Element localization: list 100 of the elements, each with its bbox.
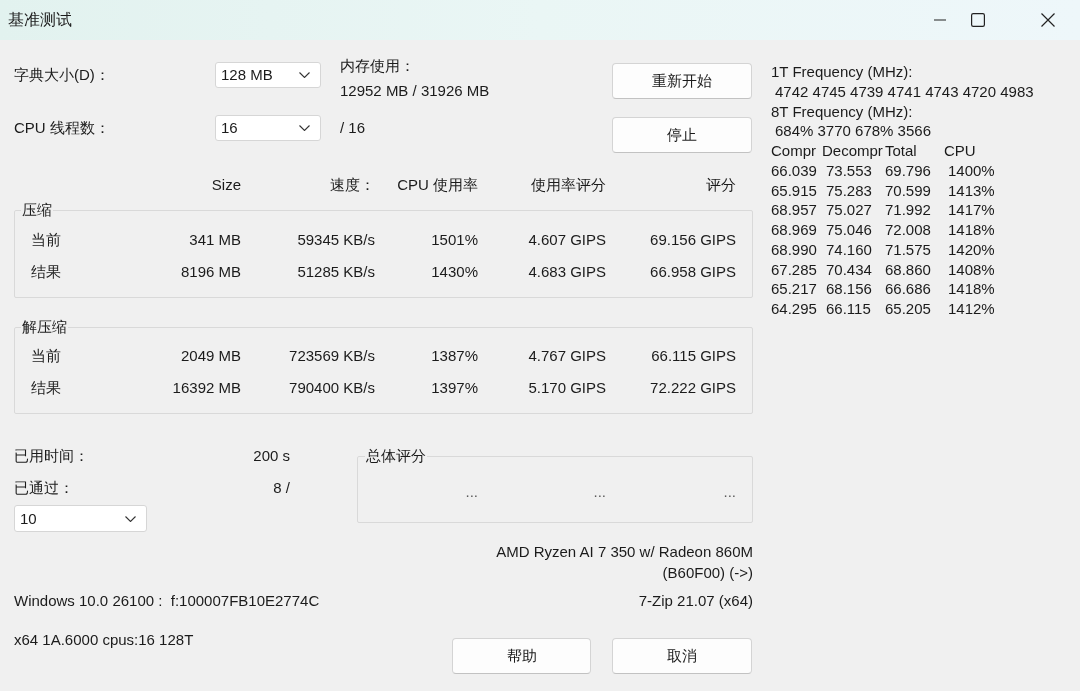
dictionary-size-dropdown[interactable]: 128 MB [215, 62, 321, 88]
table-cell-text: 66.686 [885, 279, 932, 299]
chevron-down-icon [299, 72, 310, 78]
window-title: 基准测试 [7, 9, 73, 30]
log-line: 4742 4745 4739 4741 4743 4720 4983 [774, 81, 1034, 102]
table-cell-text: 8196 MB [179, 262, 241, 282]
arch-info: x64 1A.6000 cpus:16 128T [14, 630, 195, 650]
table-cell-text: 68.969 [771, 220, 818, 240]
table-cell-text: 65.217 [771, 279, 818, 299]
chevron-down-icon [299, 125, 310, 131]
table-cell-text: 59345 KB/s [296, 230, 375, 250]
table-cell-text: 71.575 [885, 239, 932, 260]
group-title: 总体评分 [365, 446, 427, 466]
table-cell-text: 51285 KB/s [296, 262, 375, 282]
cpu-name: AMD Ryzen AI 7 350 w/ Radeon 860M [495, 542, 753, 562]
table-cell-text: 75.283 [825, 180, 873, 201]
column-header: Total [885, 141, 918, 161]
table-cell-text: 75.027 [825, 200, 873, 220]
table-cell-text: 1430% [430, 262, 478, 282]
table-cell-text: 790400 KB/s [288, 378, 375, 398]
table-cell-text: 65.915 [771, 180, 818, 201]
thread-count-dropdown[interactable]: 16 [215, 115, 321, 141]
column-header: 使用率评分 [530, 175, 606, 195]
table-cell-text: 1387% [430, 346, 478, 366]
table-cell-text: 2049 MB [179, 346, 241, 366]
table-cell-text: 75.046 [825, 220, 873, 240]
field-label: 字典大小(D)： [14, 65, 111, 85]
table-cell-text: 1420% [947, 239, 996, 260]
table-cell-text: 68.156 [825, 279, 873, 299]
log-line: 684% 3770 678% 3566 [774, 121, 932, 141]
table-cell-text: 72.222 GIPS [649, 378, 736, 398]
table-cell-text: 1400% [947, 160, 996, 181]
minimize-icon [934, 19, 946, 21]
stop-button[interactable]: 停止 [612, 117, 752, 153]
column-header: Decompr [822, 141, 884, 161]
table-cell-text: 1417% [947, 200, 996, 220]
table-cell-text: 16392 MB [171, 378, 241, 398]
table-cell-text: 4.607 GIPS [527, 230, 606, 250]
group-title: 压缩 [21, 200, 53, 220]
table-cell-text: 66.039 [771, 160, 818, 181]
column-header: Compr [771, 141, 817, 161]
field-label: CPU 线程数： [14, 118, 111, 138]
cpu-id: (B60F00) (->) [661, 563, 753, 583]
table-cell-text: 5.170 GIPS [527, 378, 606, 398]
table-cell-text: 1501% [430, 230, 478, 250]
row-label: 当前 [30, 230, 62, 250]
column-header: Size [210, 175, 241, 195]
table-cell-text: 70.434 [825, 259, 873, 280]
memory-value: 12952 MB / 31926 MB [340, 81, 491, 101]
table-cell-text: 65.205 [885, 299, 932, 319]
score-value: ... [464, 482, 478, 502]
table-cell-text: 74.160 [825, 239, 873, 260]
restart-button[interactable]: 重新开始 [612, 63, 752, 99]
table-cell-text: 69.156 GIPS [649, 230, 736, 250]
table-cell-text: 68.990 [771, 239, 818, 260]
table-cell-text: 72.008 [885, 220, 932, 240]
group-title: 解压缩 [21, 317, 68, 337]
table-cell-text: 68.957 [771, 200, 818, 220]
column-header: 评分 [705, 175, 736, 195]
table-cell-text: 67.285 [771, 259, 818, 280]
thread-total: / 16 [339, 118, 367, 138]
column-header: CPU 使用率 [396, 175, 478, 195]
log-line: 1T Frequency (MHz): [771, 62, 914, 82]
elapsed-label: 已用时间： [14, 446, 89, 466]
passes-dropdown[interactable]: 10 [14, 505, 147, 532]
table-cell-text: 1397% [430, 378, 478, 398]
help-button[interactable]: 帮助 [452, 638, 591, 674]
table-cell-text: 4.767 GIPS [527, 346, 606, 366]
close-icon [1041, 13, 1055, 27]
table-cell-text: 1408% [947, 259, 996, 280]
table-cell-text: 341 MB [188, 230, 241, 250]
table-cell-text: 70.599 [885, 180, 932, 201]
table-cell-text: 71.992 [885, 200, 932, 220]
maximize-icon [971, 13, 985, 27]
table-cell-text: 4.683 GIPS [527, 262, 606, 282]
os-info: Windows 10.0 26100 : f:100007FB10E2774C [14, 591, 320, 611]
table-cell-text: 68.860 [885, 259, 932, 280]
table-cell-text: 1412% [947, 299, 996, 319]
log-line: 8T Frequency (MHz): [771, 101, 914, 122]
memory-label: 内存使用： [340, 56, 416, 76]
row-label: 结果 [30, 378, 62, 398]
row-label: 结果 [30, 262, 62, 282]
elapsed-value: 200 s [253, 446, 290, 466]
table-cell-text: 1418% [947, 220, 996, 240]
row-label: 当前 [30, 346, 62, 366]
score-value: ... [722, 482, 736, 502]
column-header: CPU [943, 141, 977, 161]
column-header: 速度： [329, 175, 375, 195]
table-cell-text: 1413% [947, 180, 996, 201]
table-cell-text: 723569 KB/s [288, 346, 375, 366]
chevron-down-icon [125, 515, 136, 522]
version-info: 7-Zip 21.07 (x64) [638, 591, 753, 611]
table-cell-text: 69.796 [885, 160, 932, 181]
table-cell-text: 1418% [947, 279, 996, 299]
cancel-button[interactable]: 取消 [612, 638, 752, 674]
table-cell-text: 64.295 [771, 299, 818, 319]
table-cell-text: 66.958 GIPS [649, 262, 736, 282]
passes-value: 8 / [273, 478, 290, 498]
score-value: ... [592, 482, 606, 502]
table-cell-text: 66.115 GIPS [650, 346, 736, 366]
